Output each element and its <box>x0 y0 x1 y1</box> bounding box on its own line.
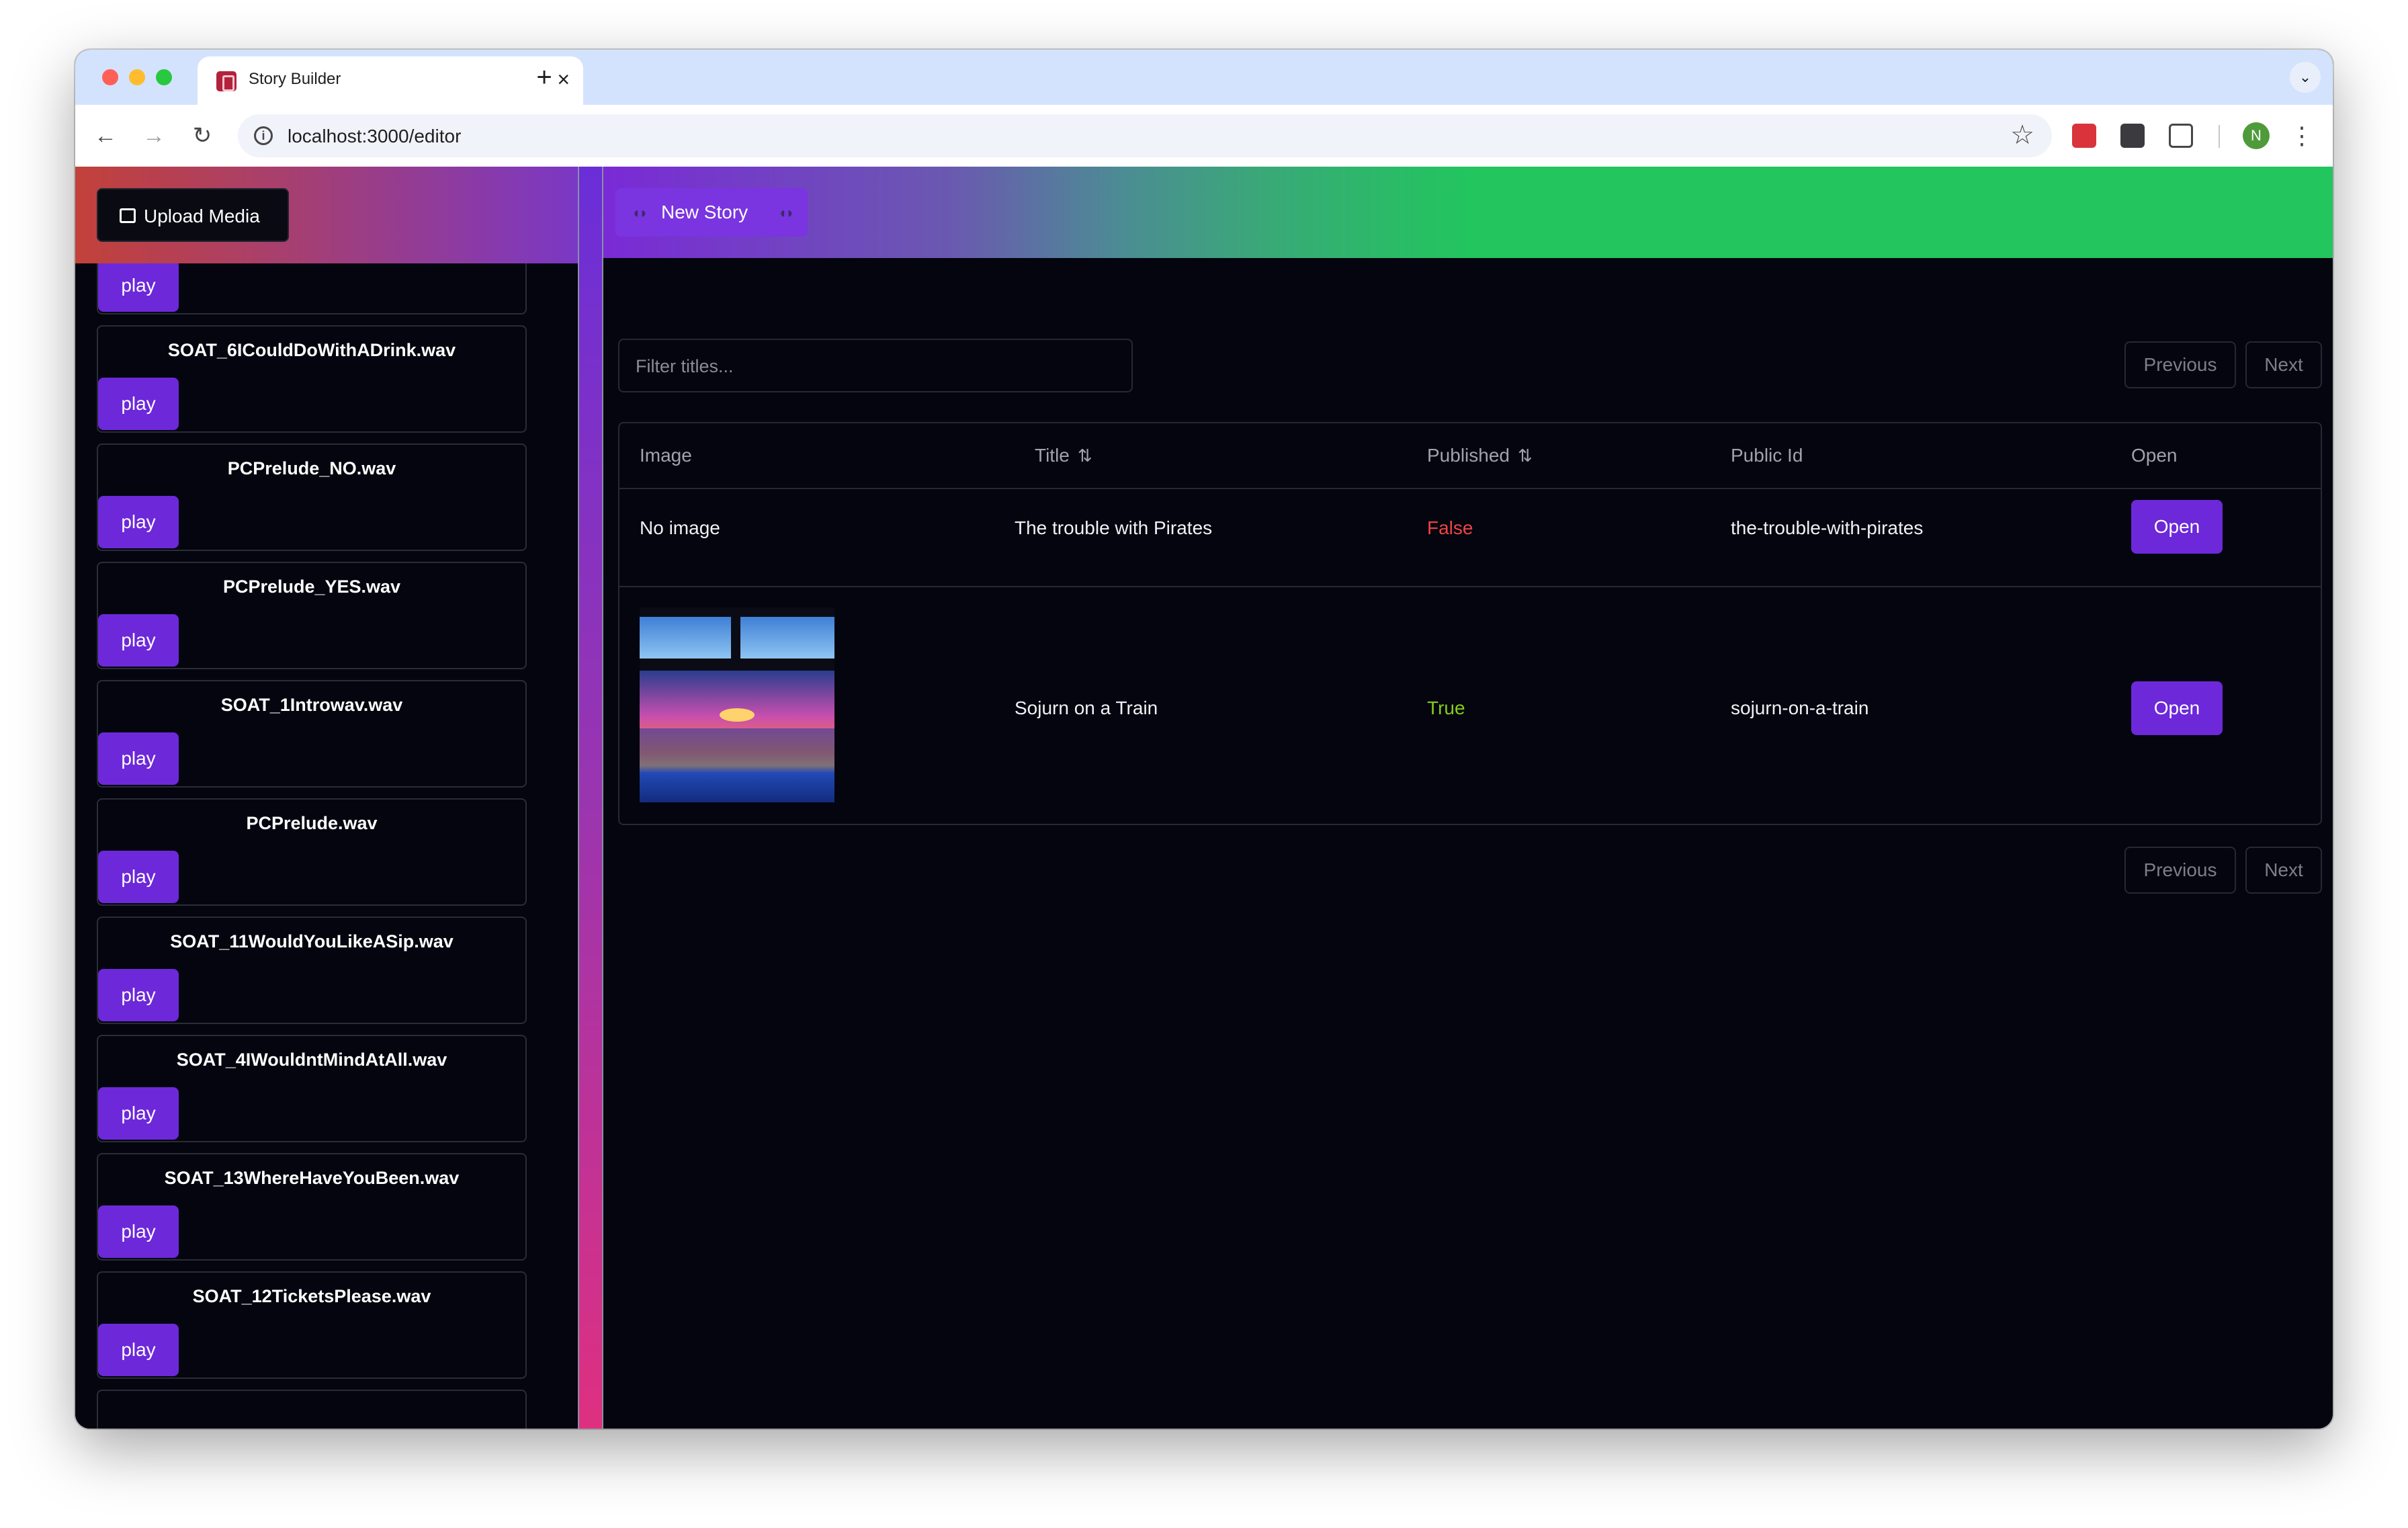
address-bar[interactable]: i localhost:3000/editor ☆ <box>238 114 2052 157</box>
media-card: play <box>97 263 527 314</box>
sidebar-header: Upload Media <box>75 167 578 263</box>
minimize-window-button[interactable] <box>129 69 145 85</box>
open-story-button[interactable]: Open <box>2131 681 2223 735</box>
upload-media-button[interactable]: Upload Media <box>97 188 289 242</box>
play-button[interactable]: play <box>98 732 179 785</box>
media-card: SOAT_13WhereHaveYouBeen.wav play <box>97 1153 527 1261</box>
filter-placeholder: Filter titles... <box>636 356 734 376</box>
media-name: SOAT_11WouldYouLikeASip.wav <box>170 931 454 951</box>
cell-published: False <box>1427 517 1473 538</box>
column-header-open: Open <box>2131 445 2178 466</box>
upload-media-label: Upload Media <box>144 206 260 226</box>
new-story-button[interactable]: ◖◗ New Story ◖◗ <box>615 188 808 237</box>
row-divider <box>619 488 2321 489</box>
previous-page-button-top[interactable]: Previous <box>2124 341 2236 388</box>
tab-title: Story Builder <box>249 70 341 88</box>
play-button[interactable]: play <box>98 378 179 430</box>
extension-download-icon[interactable] <box>2120 124 2145 148</box>
extension-red-icon[interactable] <box>2072 124 2096 148</box>
url-text[interactable]: localhost:3000/editor <box>288 126 461 147</box>
new-tab-button[interactable]: + <box>525 59 563 97</box>
filter-titles-input[interactable]: Filter titles... <box>618 339 1133 392</box>
cell-image: No image <box>640 517 720 538</box>
media-name: SOAT_4IWouldntMindAtAll.wav <box>176 1050 447 1070</box>
play-button[interactable]: play <box>98 851 179 903</box>
forward-button[interactable]: → <box>137 120 171 153</box>
next-page-button-bottom[interactable]: Next <box>2245 847 2322 894</box>
cell-public-id: sojurn-on-a-train <box>1731 697 1869 718</box>
new-story-label: New Story <box>661 202 748 222</box>
maximize-window-button[interactable] <box>156 69 172 85</box>
tab-search-button[interactable]: ⌄ <box>2290 62 2321 93</box>
media-name: PCPrelude.wav <box>246 813 378 833</box>
column-header-image: Image <box>640 445 692 466</box>
media-card: SOAT_11WouldYouLikeASip.wav play <box>97 917 527 1024</box>
open-story-button[interactable]: Open <box>2131 500 2223 554</box>
extensions-puzzle-icon[interactable] <box>2169 124 2193 148</box>
browser-window: Story Builder × + ⌄ ← → ↻ i localhost:30… <box>75 50 2333 1429</box>
media-name: SOAT_13WhereHaveYouBeen.wav <box>164 1168 460 1188</box>
next-page-button-top[interactable]: Next <box>2245 341 2322 388</box>
media-card: PCPrelude_NO.wav play <box>97 443 527 551</box>
close-window-button[interactable] <box>102 69 118 85</box>
toolbar-divider <box>2219 125 2220 148</box>
play-button[interactable]: play <box>98 496 179 548</box>
play-button[interactable]: play <box>98 969 179 1021</box>
sort-icon[interactable]: ⇅ <box>1518 445 1533 466</box>
media-card: SOAT_4IWouldntMindAtAll.wav play <box>97 1035 527 1142</box>
media-list[interactable]: play SOAT_6ICouldDoWithADrink.wav play P… <box>75 263 578 1429</box>
sort-icon[interactable]: ⇅ <box>1078 445 1092 466</box>
cell-title: The trouble with Pirates <box>1015 517 1213 538</box>
resize-handle[interactable] <box>578 167 603 1429</box>
cell-public-id: the-trouble-with-pirates <box>1731 517 1924 538</box>
cell-title: Sojurn on a Train <box>1015 697 1158 718</box>
media-name: SOAT_12TicketsPlease.wav <box>192 1286 431 1306</box>
decoration-icon: ◖◗ <box>778 204 795 221</box>
decoration-icon: ◖◗ <box>632 204 648 221</box>
favicon-icon <box>216 71 236 91</box>
column-header-public-id: Public Id <box>1731 445 1803 466</box>
play-button[interactable]: play <box>98 1324 179 1376</box>
cell-published: True <box>1427 697 1465 718</box>
upload-icon <box>120 208 136 223</box>
previous-page-button-bottom[interactable]: Previous <box>2124 847 2236 894</box>
media-name: PCPrelude_NO.wav <box>227 458 396 478</box>
play-button[interactable]: play <box>98 1205 179 1258</box>
title-header-label: Title <box>1035 445 1070 466</box>
bookmark-star-icon[interactable]: ☆ <box>2010 120 2034 151</box>
row-divider <box>619 586 2321 587</box>
back-button[interactable]: ← <box>89 120 122 153</box>
stories-table: Image Title ⇅ Published ⇅ Public Id Open N… <box>618 422 2322 825</box>
site-info-icon[interactable]: i <box>254 126 273 145</box>
media-card: SOAT_1Introwav.wav play <box>97 680 527 788</box>
play-button[interactable]: play <box>98 263 179 312</box>
main-header: ◖◗ New Story ◖◗ <box>603 167 2333 258</box>
app-content: Upload Media play SOAT_6ICouldDoWithADri… <box>75 167 2333 1429</box>
column-header-published[interactable]: Published ⇅ <box>1427 445 1533 466</box>
sunset-window-image <box>640 607 834 802</box>
browser-toolbar: ← → ↻ i localhost:3000/editor ☆ N ⋮ <box>75 105 2333 167</box>
published-header-label: Published <box>1427 445 1510 466</box>
reload-button[interactable]: ↻ <box>185 120 219 153</box>
media-card: PCPrelude.wav play <box>97 798 527 906</box>
media-card: SOAT_6ICouldDoWithADrink.wav play <box>97 325 527 433</box>
media-card <box>97 1390 527 1429</box>
tab-strip: Story Builder × + ⌄ <box>75 50 2333 105</box>
media-name: PCPrelude_YES.wav <box>222 577 401 597</box>
browser-menu-icon[interactable]: ⋮ <box>2290 120 2314 152</box>
media-card: SOAT_12TicketsPlease.wav play <box>97 1271 527 1379</box>
media-card: PCPrelude_YES.wav play <box>97 562 527 669</box>
profile-avatar[interactable]: N <box>2243 122 2270 149</box>
play-button[interactable]: play <box>98 614 179 667</box>
media-name: SOAT_1Introwav.wav <box>220 695 403 715</box>
column-header-title[interactable]: Title ⇅ <box>1035 445 1092 466</box>
media-name: SOAT_6ICouldDoWithADrink.wav <box>167 340 456 360</box>
play-button[interactable]: play <box>98 1087 179 1140</box>
story-thumbnail <box>640 607 834 802</box>
